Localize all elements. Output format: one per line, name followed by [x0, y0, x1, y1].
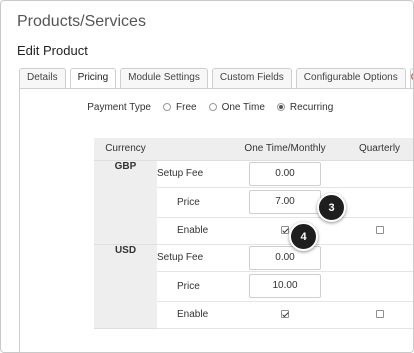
- header-quarterly: Quarterly: [335, 138, 413, 161]
- price-label: Price: [157, 187, 235, 218]
- table-header: Currency One Time/Monthly Quarterly: [94, 138, 413, 161]
- section-title: Edit Product: [17, 43, 88, 58]
- table-row: GBP Setup Fee 0.00: [94, 160, 413, 245]
- usd-enable-one-time-checkbox[interactable]: [281, 310, 289, 319]
- gbp-enable-quarterly-checkbox[interactable]: [375, 226, 384, 235]
- gbp-price-input[interactable]: 7.00: [249, 190, 321, 214]
- radio-recurring[interactable]: [276, 103, 285, 111]
- radio-free[interactable]: [163, 103, 171, 111]
- tab-pricing[interactable]: Pricing: [69, 68, 117, 89]
- step-marker-3: 3: [317, 193, 346, 222]
- page-title: Products/Services: [17, 13, 146, 30]
- currency-code: GBP: [94, 160, 157, 245]
- step-marker-4: 4: [289, 222, 318, 251]
- table-row: USD Setup Fee 0.00: [94, 244, 413, 329]
- tab-bar: Details Pricing Module Settings Custom F…: [19, 68, 413, 89]
- gbp-enable-one-time-checkbox[interactable]: [281, 226, 289, 235]
- payment-type-row: Payment Type Free One Time Recurring: [25, 99, 413, 115]
- enable-label: Enable: [157, 217, 235, 245]
- usd-enable-quarterly-checkbox[interactable]: [375, 310, 384, 319]
- usd-price-input[interactable]: 10.00: [249, 274, 321, 298]
- gbp-setup-fee-input[interactable]: 0.00: [249, 161, 321, 186]
- payment-type-label: Payment Type: [87, 101, 151, 113]
- window-frame: Products/Services Edit Product Details P…: [0, 0, 414, 353]
- setup-fee-label: Setup Fee: [157, 244, 235, 272]
- radio-one-time-label: One Time: [221, 101, 265, 113]
- radio-one-time[interactable]: [208, 103, 217, 111]
- quarterly-cell: [335, 244, 413, 272]
- header-currency: Currency: [94, 138, 157, 161]
- header-one-time: One Time/Monthly: [235, 138, 335, 161]
- tab-module-settings[interactable]: Module Settings: [120, 68, 208, 88]
- currency-code: USD: [94, 244, 157, 329]
- pricing-table: Currency One Time/Monthly Quarterly GBP …: [94, 138, 413, 329]
- tab-overflow[interactable]: O: [409, 68, 413, 88]
- tab-custom-fields[interactable]: Custom Fields: [211, 68, 292, 88]
- radio-recurring-label: Recurring: [289, 101, 334, 113]
- tab-configurable-options[interactable]: Configurable Options: [295, 68, 406, 88]
- quarterly-cell: [335, 187, 413, 218]
- radio-free-label: Free: [176, 101, 197, 113]
- quarterly-cell: [335, 160, 413, 188]
- quarterly-cell: [335, 271, 413, 302]
- header-spacer: [157, 138, 235, 161]
- setup-fee-label: Setup Fee: [157, 160, 235, 188]
- price-label: Price: [157, 271, 235, 302]
- enable-label: Enable: [157, 301, 235, 329]
- tab-details[interactable]: Details: [19, 68, 66, 88]
